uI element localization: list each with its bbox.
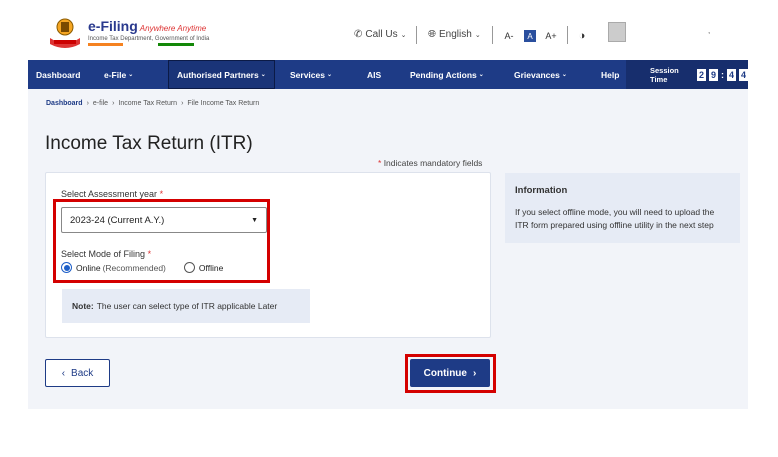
main-content: Dashboard › e-file › Income Tax Return ›… bbox=[28, 89, 748, 409]
note-box: Note: The user can select type of ITR ap… bbox=[62, 289, 310, 323]
chevron-down-icon: ⌄ bbox=[474, 31, 481, 39]
assessment-year-label: Select Assessment year * bbox=[61, 189, 164, 199]
main-nav: Dashboard e-File ⌄ Authorised Partners ⌄ S… bbox=[28, 60, 748, 89]
mandatory-note: * Indicates mandatory fields bbox=[378, 158, 482, 168]
session-digit: 4 bbox=[726, 68, 736, 81]
nav-ais[interactable]: AIS bbox=[367, 60, 381, 89]
nav-services[interactable]: Services ⌄ bbox=[290, 60, 332, 89]
session-label: Session Time bbox=[650, 65, 679, 84]
efiling-logo[interactable]: e-Filing Anywhere Anytime Income Tax Depa… bbox=[48, 16, 209, 50]
session-timer: Session Time 2 9 : 4 4 bbox=[626, 60, 748, 89]
note-label: Note: bbox=[72, 301, 94, 311]
session-digit: 9 bbox=[708, 68, 718, 81]
mandatory-note-text: Indicates mandatory fields bbox=[383, 158, 483, 168]
highlight-box bbox=[53, 199, 270, 283]
language-menu[interactable]: 🌐︎ English ⌄ bbox=[428, 29, 481, 40]
chevron-right-icon: › bbox=[472, 367, 477, 379]
nav-dashboard[interactable]: Dashboard bbox=[36, 60, 80, 89]
page-title: Income Tax Return (ITR) bbox=[45, 133, 253, 154]
chevron-left-icon: ‹ bbox=[61, 367, 66, 379]
globe-icon: 🌐︎ bbox=[428, 29, 436, 40]
breadcrumb: Dashboard › e-file › Income Tax Return ›… bbox=[46, 100, 259, 107]
chevron-down-icon: ⌄ bbox=[260, 72, 266, 78]
nav-efile[interactable]: e-File ⌄ bbox=[104, 60, 133, 89]
breadcrumb-dashboard[interactable]: Dashboard bbox=[46, 100, 83, 107]
chevron-down-icon: ⌄ bbox=[400, 31, 407, 39]
chevron-down-icon: ⌄ bbox=[478, 72, 484, 78]
call-us-menu[interactable]: ✆ Call Us ⌄ bbox=[354, 29, 407, 40]
breadcrumb-itr[interactable]: Income Tax Return bbox=[118, 100, 177, 107]
session-digit: 2 bbox=[696, 68, 706, 81]
breadcrumb-efile[interactable]: e-file bbox=[93, 100, 108, 107]
header-divider bbox=[492, 26, 493, 44]
call-us-label: Call Us bbox=[365, 29, 398, 40]
information-text: If you select offline mode, you will nee… bbox=[515, 207, 715, 230]
session-digit: 4 bbox=[738, 68, 748, 81]
chevron-down-icon: ⌄ bbox=[128, 72, 134, 78]
phone-icon: ✆ bbox=[354, 29, 363, 40]
chevron-right-icon: › bbox=[112, 100, 115, 107]
continue-button[interactable]: Continue › bbox=[410, 359, 490, 387]
logo-subtitle: Income Tax Department, Government of Ind… bbox=[88, 36, 210, 42]
language-label: English bbox=[439, 29, 472, 40]
emblem-icon bbox=[50, 18, 80, 48]
tricolor-line bbox=[88, 43, 194, 46]
header-divider bbox=[567, 26, 568, 44]
back-label: Back bbox=[71, 367, 94, 379]
logo-tagline: Anywhere Anytime bbox=[139, 24, 207, 33]
chevron-right-icon: › bbox=[86, 100, 89, 107]
mandatory-star: * bbox=[378, 158, 382, 168]
nav-pending-actions[interactable]: Pending Actions ⌄ bbox=[410, 60, 484, 89]
avatar[interactable] bbox=[608, 22, 626, 42]
nav-grievances[interactable]: Grievances ⌄ bbox=[514, 60, 567, 89]
chevron-down-icon: ⌄ bbox=[326, 72, 333, 78]
filing-form-card: Select Assessment year * 2023-24 (Curren… bbox=[45, 172, 491, 338]
chevron-right-icon: › bbox=[181, 100, 184, 107]
nav-authorised-partners[interactable]: Authorised Partners ⌄ bbox=[168, 60, 275, 89]
information-panel: Information If you select offline mode, … bbox=[505, 173, 740, 243]
chevron-down-icon: ⌄ bbox=[561, 72, 567, 78]
font-increase-button[interactable]: A+ bbox=[545, 30, 557, 42]
header-divider bbox=[416, 26, 417, 44]
note-text: The user can select type of ITR applicab… bbox=[96, 301, 278, 311]
nav-help[interactable]: Help bbox=[601, 60, 619, 89]
logo-title: e-Filing Anywhere Anytime bbox=[88, 18, 207, 34]
session-colon: : bbox=[720, 69, 724, 80]
top-header: e-Filing Anywhere Anytime Income Tax Depa… bbox=[28, 0, 748, 60]
header-mark: , bbox=[708, 26, 711, 35]
breadcrumb-file-itr: File Income Tax Return bbox=[187, 100, 260, 107]
information-title: Information bbox=[515, 185, 568, 196]
font-decrease-button[interactable]: A- bbox=[503, 30, 515, 42]
contrast-toggle-icon[interactable]: ◑ bbox=[576, 30, 588, 42]
back-button[interactable]: ‹ Back bbox=[45, 359, 110, 387]
continue-label: Continue bbox=[423, 367, 467, 379]
font-normal-button[interactable]: A bbox=[524, 30, 536, 42]
